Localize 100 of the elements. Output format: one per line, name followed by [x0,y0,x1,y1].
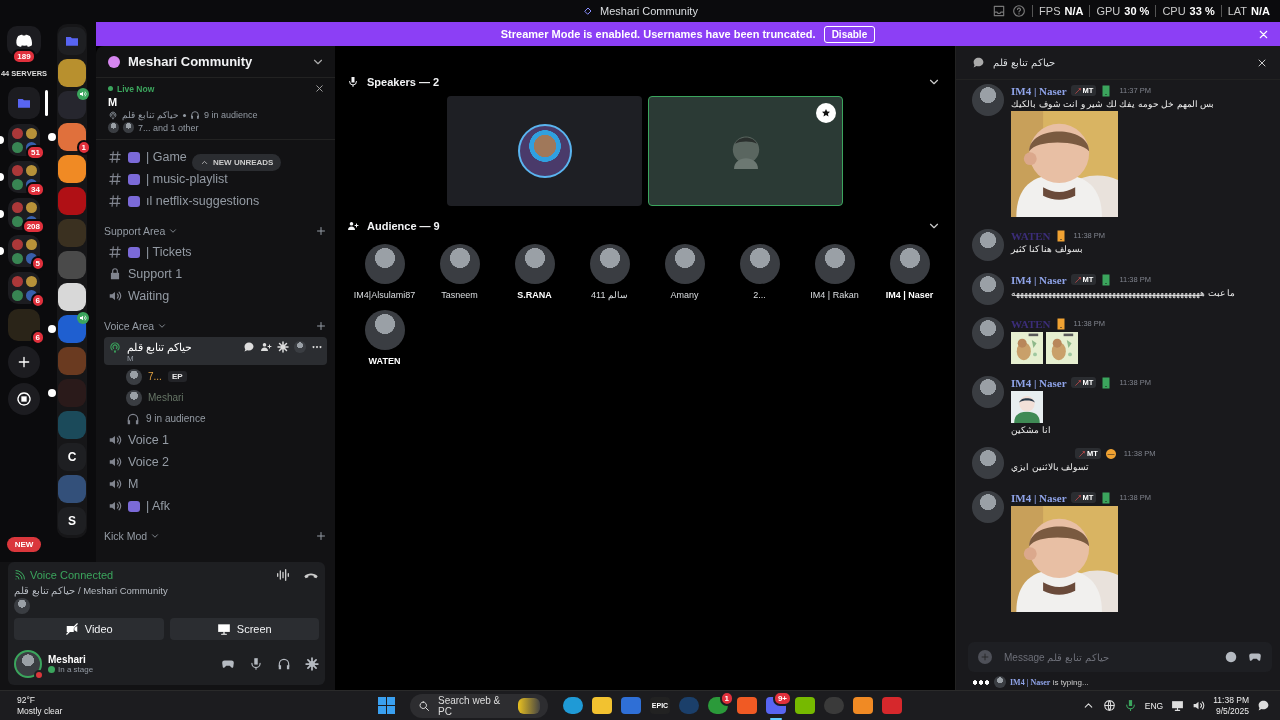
stat-label: CPU [1162,5,1186,17]
user-name[interactable]: IM4 | Naser [1011,491,1067,504]
taskbar-app-icon[interactable] [563,694,583,717]
taskbar-app-icon[interactable] [592,694,612,717]
taskbar-app-icon[interactable] [853,694,873,717]
category-header[interactable]: Support Area [104,225,166,237]
add-channel-icon[interactable] [315,225,327,237]
user-name[interactable]: IM4 | Naser [1011,376,1067,389]
signal-icon [14,569,26,581]
settings-icon[interactable] [305,657,319,671]
channel-name: Waiting [128,289,170,303]
speaker-tile[interactable] [447,96,642,206]
stage-icon [108,340,122,354]
server-name: Meshari Community [128,54,254,69]
user-name[interactable]: IM4 | Naser [1011,84,1067,97]
add-server-button[interactable] [8,346,40,378]
member-name: IM4 | Naser [885,290,934,300]
server-icon[interactable]: C [58,443,86,471]
notification-icon[interactable] [1257,699,1270,712]
invite-icon[interactable] [260,341,272,353]
message-input[interactable]: Message حياكم تنابع قلم [1002,650,1214,664]
stat-value: N/A [1251,5,1270,17]
weather-text: Mostly clear [17,705,64,717]
member-name: IM4|Alsulami87 [353,290,416,300]
help-icon[interactable] [1012,4,1027,18]
stage-topic: M [126,354,135,363]
inbox-icon[interactable] [992,4,1007,18]
channel-name: | music-playlist [146,172,228,186]
category-header[interactable]: Voice Area [104,320,155,332]
add-channel-icon[interactable] [315,530,327,542]
typing-dots-icon [972,679,990,685]
speaker-icon [108,455,122,469]
speaker-tile[interactable] [648,96,843,206]
stat-label: FPS [1039,5,1061,17]
volume-icon[interactable] [1192,699,1206,712]
server-icon[interactable] [58,59,86,87]
activity-icon [48,666,55,673]
voice-location: حياكم تنابع قلم / Meshari Community [14,585,169,596]
chevron-down-icon [168,226,179,236]
window-title: Meshari Community [600,5,698,17]
banner-text: Streamer Mode is enabled. Usernames have been truncated. [500,28,816,40]
avatar [972,229,1004,261]
search-icon [418,699,430,712]
avatar [972,273,1004,305]
disable-button[interactable]: Disable [823,25,876,43]
discover-button[interactable] [8,383,40,415]
user-name[interactable]: IM4 | Naser [1011,273,1067,286]
server-icon[interactable] [58,155,86,183]
server-icon[interactable]: S [58,507,86,535]
unread-count: 189 [12,49,36,64]
server-icon[interactable] [58,283,86,311]
server-header[interactable]: Meshari Community [96,46,335,78]
server-folder[interactable] [58,27,86,55]
video-button[interactable]: Video [14,618,164,640]
microphone-icon[interactable] [249,657,263,671]
live-dot [108,86,113,91]
channel-name: Support 1 [128,267,183,281]
headphones-icon[interactable] [277,657,291,671]
home-button[interactable] [7,26,41,56]
network-icon[interactable] [1102,699,1116,712]
new-badge: NEW [6,537,42,552]
taskbar-app-icon[interactable] [737,694,757,717]
live-title: M [108,96,119,108]
avatar [972,447,1004,479]
unread-count: 5 [30,256,45,271]
notification-count: 1 [719,690,734,706]
message-field[interactable]: Message حياكم تنابع قلم [968,642,1272,672]
avatar [517,124,572,178]
avatar [126,368,142,385]
taskbar-app-icon[interactable] [795,694,815,717]
language-indicator[interactable]: ENG [1144,700,1164,711]
settings-icon[interactable] [277,341,289,353]
stage-name: حياكم تنابع قلم [122,110,179,120]
clock[interactable]: 11:38 PM 9/5/2025 [1213,694,1249,717]
microphone-icon[interactable] [1123,699,1137,712]
lock-icon [108,267,122,281]
chat-icon[interactable] [243,341,255,353]
soundwave-icon[interactable] [275,567,291,583]
avatar [889,244,930,284]
message-text: انا مشكين [1011,425,1052,435]
monitor-icon[interactable] [1171,699,1185,712]
new-unreads-button[interactable]: NEW UNREADS [192,154,282,171]
category-header[interactable]: Kick Mod [104,530,148,542]
server-icon[interactable] [58,315,86,343]
avatar [14,598,30,614]
server-folder[interactable] [8,87,40,119]
avatar [589,244,630,284]
search-field[interactable]: Search web & PC [410,693,548,718]
audience-count: 9 in audience [204,110,258,120]
server-icon[interactable] [58,91,86,119]
add-channel-icon[interactable] [315,320,327,332]
plus-icon [16,354,32,370]
channel-name: Voice 1 [128,433,169,447]
member-name: 9 in audience [146,413,206,424]
typing-indicator: IM4 | Naser is typing... [1010,677,1089,687]
avatar [439,244,480,284]
close-icon[interactable] [314,83,325,94]
screen-button[interactable]: Screen [169,618,319,640]
start-button[interactable] [378,697,395,714]
avatar [14,650,42,678]
